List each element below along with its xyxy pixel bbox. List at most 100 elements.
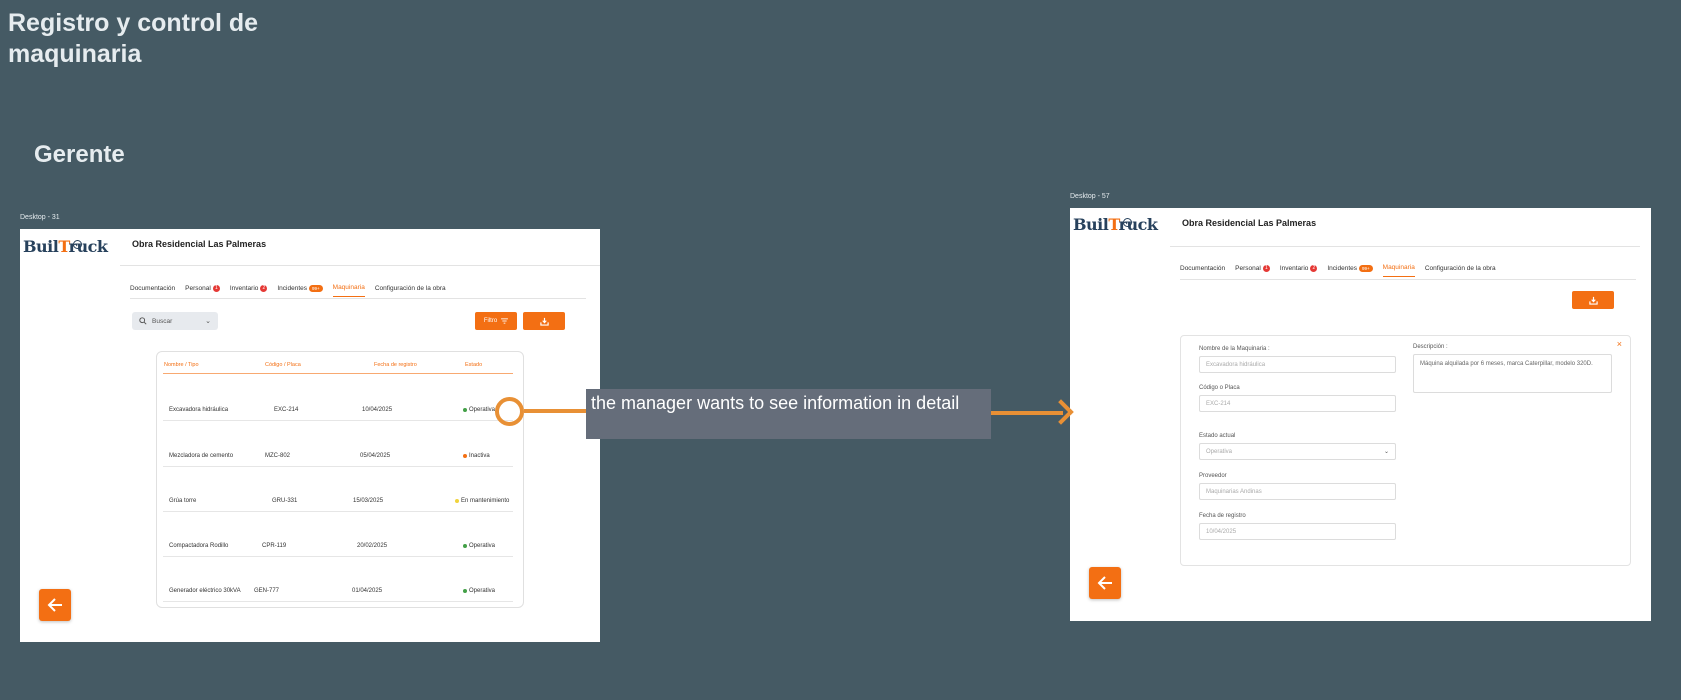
notification-badge: 99+ [309,284,323,292]
back-button[interactable] [39,589,71,621]
chevron-down-icon: ⌄ [205,318,211,325]
tab-incidentes[interactable]: Incidentes 99+ [1327,264,1373,277]
row-code: EXC-214 [274,407,299,413]
row-divider [163,420,513,421]
status-dot [463,544,467,548]
state-select[interactable]: Operativa ⌄ [1199,443,1396,460]
frame-label-b: Desktop - 57 [1070,193,1110,200]
machinery-detail-screen: BuilTruck Obra Residencial Las Palmeras … [1070,208,1651,621]
date-label: Fecha de registro [1199,513,1246,519]
download-icon [1588,296,1598,305]
filter-icon [501,318,509,324]
chevron-down-icon: ⌄ [1383,449,1389,455]
hotspot-ring [495,397,524,426]
row-code: CPR-119 [262,543,287,549]
tab-bar: Documentación Personal 1 Inventario 2 Inci… [130,284,446,297]
download-button[interactable] [1572,291,1614,309]
row-name: Excavadora hidráulica [169,407,229,413]
status-badge: Operativa [463,588,495,594]
download-button[interactable] [523,312,565,330]
machinery-detail-form: × Nombre de la Maquinaria : Excavadora h… [1180,335,1631,566]
status-dot [455,499,459,503]
row-divider [163,556,513,557]
row-date: 15/03/2025 [353,498,384,504]
header-divider [120,265,600,266]
tab-incidentes[interactable]: Incidentes 99+ [277,284,323,297]
tab-configuracion[interactable]: Configuración de la obra [375,284,446,297]
machinery-table: Nombre / Tipo Código / Placa Fecha de re… [156,351,524,608]
tab-inventario[interactable]: Inventario 2 [230,284,268,297]
tab-documentacion[interactable]: Documentación [1180,264,1225,277]
row-divider [163,466,513,467]
name-field[interactable]: Excavadora hidráulica [1199,356,1396,373]
arrow-left-icon [47,598,62,612]
status-badge: Inactiva [463,453,490,459]
header-divider [163,373,513,374]
gear-icon [73,240,82,249]
status-badge: Operativa [463,407,495,413]
column-header-code: Código / Placa [265,362,301,368]
description-textarea[interactable]: Máquina alquilada por 6 meses, marca Cat… [1413,354,1612,393]
column-header-status: Estado [465,362,483,368]
column-header-date: Fecha de registro [374,362,417,368]
row-code: GEN-777 [254,588,280,594]
role-title: Gerente [34,141,125,168]
code-label: Código o Placa [1199,385,1240,391]
state-label: Estado actual [1199,433,1236,439]
name-label: Nombre de la Maquinaria : [1199,346,1270,352]
close-icon[interactable]: × [1617,339,1622,349]
provider-label: Proveedor [1199,473,1227,479]
flow-connector [524,409,586,413]
status-badge: En mantenimiento [455,498,509,504]
download-icon [539,317,549,326]
row-name: Compactadora Rodillo [169,543,229,549]
row-code: GRU-331 [272,498,298,504]
tab-personal[interactable]: Personal 1 [185,284,220,297]
status-dot [463,589,467,593]
row-code: MZC-802 [265,453,291,459]
tab-divider [1180,279,1636,280]
search-input[interactable]: Buscar ⌄ [132,312,218,330]
code-field[interactable]: EXC-214 [1199,395,1396,412]
frame-label-a: Desktop - 31 [20,214,60,221]
column-header-name: Nombre / Tipo [164,362,199,368]
machinery-list-screen: BuilTruck Obra Residencial Las Palmeras … [20,229,600,642]
project-title: Obra Residencial Las Palmeras [1182,218,1317,228]
status-badge: Operativa [463,543,495,549]
notification-badge: 1 [1262,264,1270,272]
tab-documentacion[interactable]: Documentación [130,284,175,297]
arrow-left-icon [1097,576,1112,590]
notification-badge: 99+ [1359,264,1373,272]
logo: BuilTruck [23,237,108,256]
description-label: Descripción : [1413,344,1448,350]
tab-bar: Documentación Personal 1 Inventario 2 Inci… [1180,264,1496,277]
row-divider [163,601,513,602]
back-button[interactable] [1089,567,1121,599]
row-date: 01/04/2025 [352,588,383,594]
provider-field[interactable]: Maquinarias Andinas [1199,483,1396,500]
row-divider [163,511,513,512]
search-placeholder: Buscar [152,317,173,325]
logo: BuilTruck [1073,215,1158,234]
tab-configuracion[interactable]: Configuración de la obra [1425,264,1496,277]
row-name: Generador eléctrico 30kVA [169,588,241,594]
tab-divider [130,298,586,299]
flow-annotation: the manager wants to see information in … [586,389,991,439]
board-title: Registro y control de maquinaria [8,9,259,68]
notification-badge: 2 [1310,264,1318,272]
tab-personal[interactable]: Personal 1 [1235,264,1270,277]
row-date: 10/04/2025 [362,407,393,413]
tab-maquinaria[interactable]: Maquinaria [332,284,365,297]
gear-icon [1123,218,1132,227]
tab-maquinaria[interactable]: Maquinaria [1382,264,1415,277]
search-icon [139,317,147,325]
date-field[interactable]: 10/04/2025 [1199,523,1396,540]
header-divider [1170,246,1640,247]
project-title: Obra Residencial Las Palmeras [132,239,267,249]
status-dot [463,454,467,458]
notification-badge: 1 [212,284,220,292]
notification-badge: 2 [260,284,268,292]
tab-inventario[interactable]: Inventario 2 [1280,264,1318,277]
row-date: 20/02/2025 [357,543,388,549]
filter-button[interactable]: Filtro [475,312,517,330]
